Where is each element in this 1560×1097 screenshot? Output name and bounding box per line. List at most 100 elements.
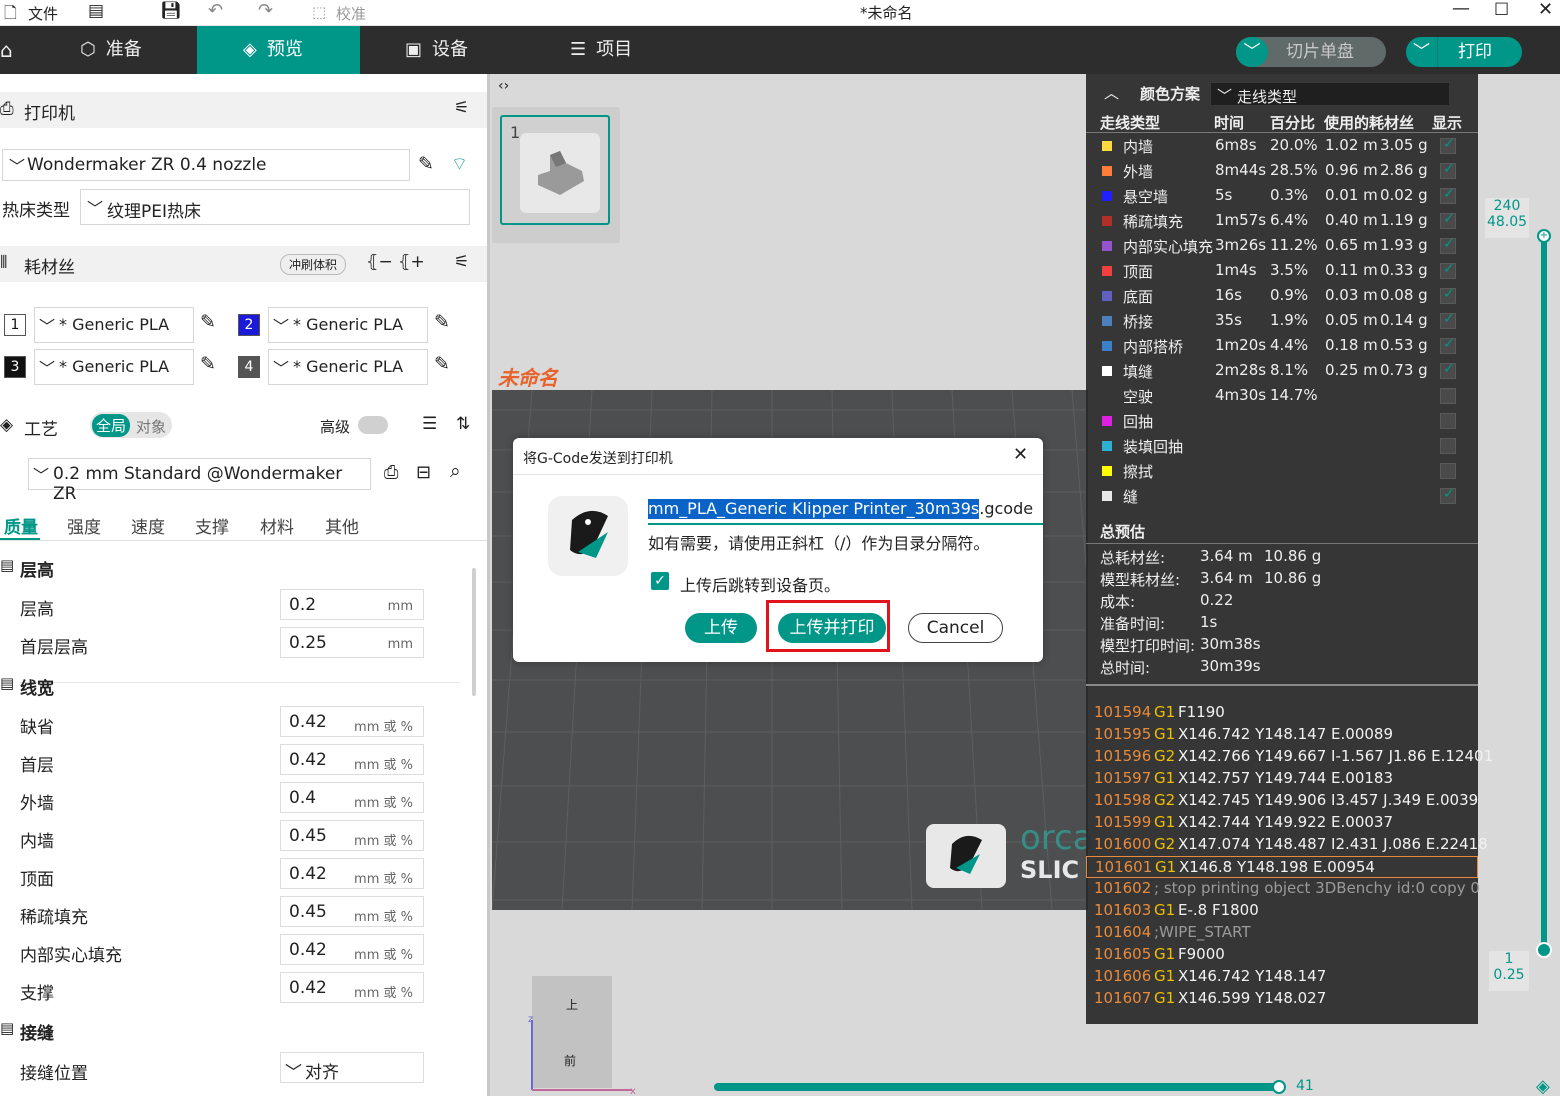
show-checkbox[interactable] [1440, 413, 1456, 429]
filament-color-swatch[interactable]: 4 [238, 356, 260, 378]
menu-icon[interactable]: ▤ [88, 1, 104, 21]
layer-vertical-slider[interactable] [1541, 236, 1547, 952]
bed-type-select[interactable]: ﹀ 纹理PEI热床 [80, 189, 470, 225]
tab-quality-4[interactable]: 材料 [260, 513, 294, 538]
show-checkbox[interactable] [1440, 361, 1456, 379]
color-scheme-select[interactable]: ﹀ 走线类型 [1210, 82, 1450, 106]
legend-row[interactable]: 擦拭 [1086, 459, 1478, 484]
compare-icon[interactable]: ⇅ [456, 414, 470, 434]
toggle-global[interactable]: 全局 [92, 414, 131, 437]
show-checkbox[interactable] [1440, 311, 1456, 329]
layer-top-thumb[interactable]: + [1537, 229, 1551, 243]
filament-color-swatch[interactable]: 2 [238, 314, 260, 336]
flush-volume-button[interactable]: 冲刷体积 [280, 254, 347, 275]
line-width-input[interactable]: 0.42 mm 或 % [280, 934, 424, 965]
line-width-input[interactable]: 0.42 mm 或 % [280, 706, 424, 737]
jump-to-device-checkbox[interactable]: ✓ [651, 572, 669, 590]
legend-row[interactable]: 外墙 8m44s 28.5% 0.96 m 2.86 g [1086, 159, 1478, 184]
line-width-input[interactable]: 0.45 mm 或 % [280, 896, 424, 927]
close-icon[interactable]: ✕ [1538, 0, 1553, 20]
redo-icon[interactable]: ↷ [258, 0, 273, 21]
list-icon[interactable]: ☰ [422, 414, 437, 434]
show-checkbox[interactable] [1440, 486, 1456, 504]
maximize-icon[interactable]: ☐ [1494, 0, 1509, 20]
line-width-input[interactable]: 0.4 mm 或 % [280, 782, 424, 813]
upload-and-print-button[interactable]: 上传并打印 [778, 613, 886, 643]
legend-row[interactable]: 装填回抽 [1086, 434, 1478, 459]
legend-row[interactable]: 空驶 4m30s 14.7% [1086, 384, 1478, 409]
save-preset-icon[interactable]: ⎙ [384, 462, 398, 483]
show-checkbox[interactable] [1440, 463, 1456, 479]
home-icon[interactable]: ⌂ [0, 26, 30, 74]
filament-select[interactable]: ﹀ * Generic PLA [268, 349, 428, 385]
slice-plate-button[interactable]: ﹀ 切片单盘 [1236, 37, 1386, 67]
add-filament-icon[interactable]: ⦃+ [398, 252, 425, 272]
tab-preview[interactable]: ◈ 预览 [197, 26, 360, 74]
upload-button[interactable]: 上传 [685, 613, 757, 643]
tab-device[interactable]: ▣ 设备 [405, 26, 515, 74]
filament-select[interactable]: ﹀ * Generic PLA [34, 307, 194, 343]
chevron-down-icon[interactable]: ﹀ [1236, 37, 1268, 67]
legend-row[interactable]: 回抽 [1086, 409, 1478, 434]
settings-sliders-icon[interactable]: ⚟ [454, 252, 469, 272]
plate-thumbnail[interactable]: 1 [500, 115, 610, 225]
legend-row[interactable]: 内部实心填充 3m26s 11.2% 0.65 m 1.93 g [1086, 234, 1478, 259]
horizontal-slider-thumb[interactable] [1272, 1080, 1286, 1094]
edit-icon[interactable]: ✎ [200, 353, 216, 375]
seam-position-select[interactable]: ﹀ 对齐 [280, 1052, 424, 1083]
legend-row[interactable]: 内墙 6m8s 20.0% 1.02 m 3.05 g [1086, 134, 1478, 159]
minimize-icon[interactable]: — [1452, 0, 1470, 19]
tab-quality-0[interactable]: 质量 [4, 513, 38, 538]
legend-row[interactable]: 顶面 1m4s 3.5% 0.11 m 0.33 g [1086, 259, 1478, 284]
show-checkbox[interactable] [1440, 186, 1456, 204]
filament-select[interactable]: ﹀ * Generic PLA [268, 307, 428, 343]
undo-icon[interactable]: ↶ [208, 0, 223, 21]
horizontal-move-slider[interactable] [714, 1083, 1282, 1091]
first-layer-height-input[interactable]: 0.25 mm [280, 627, 424, 658]
edit-icon[interactable]: ✎ [434, 353, 450, 375]
show-checkbox[interactable] [1440, 336, 1456, 354]
line-width-input[interactable]: 0.42 mm 或 % [280, 858, 424, 889]
layer-bottom-thumb[interactable] [1536, 942, 1552, 958]
tab-quality-5[interactable]: 其他 [325, 513, 359, 538]
dialog-close-icon[interactable]: ✕ [1013, 444, 1028, 465]
legend-row[interactable]: 桥接 35s 1.9% 0.05 m 0.14 g [1086, 309, 1478, 334]
chevron-down-icon[interactable]: ﹀ [1406, 37, 1438, 67]
advanced-switch[interactable] [358, 416, 388, 434]
layer-height-input[interactable]: 0.2 mm [280, 589, 424, 620]
legend-row[interactable]: 底面 16s 0.9% 0.03 m 0.08 g [1086, 284, 1478, 309]
process-preset-select[interactable]: ﹀ 0.2 mm Standard @Wondermaker ZR [28, 458, 371, 504]
tab-project[interactable]: ☰ 项目 [570, 26, 680, 74]
line-width-input[interactable]: 0.42 mm 或 % [280, 744, 424, 775]
file-icon[interactable]: 🗋 [4, 2, 17, 29]
scrollbar[interactable] [472, 568, 476, 696]
print-button[interactable]: ﹀ 打印 [1406, 37, 1522, 67]
calibrate-icon[interactable]: ⬚ [312, 3, 326, 21]
toggle-object[interactable]: 对象 [136, 416, 166, 437]
edit-icon[interactable]: ✎ [200, 311, 216, 333]
tab-prepare[interactable]: ⬡ 准备 [80, 26, 190, 74]
legend-row[interactable]: 缝 [1086, 484, 1478, 509]
legend-row[interactable]: 稀疏填充 1m57s 6.4% 0.40 m 1.19 g [1086, 209, 1478, 234]
show-checkbox[interactable] [1440, 236, 1456, 254]
show-checkbox[interactable] [1440, 438, 1456, 454]
legend-row[interactable]: 填缝 2m28s 8.1% 0.25 m 0.73 g [1086, 359, 1478, 384]
filament-color-swatch[interactable]: 1 [4, 314, 26, 336]
tab-quality-1[interactable]: 强度 [67, 513, 101, 538]
layers-toggle-icon[interactable]: ◈ [1536, 1076, 1550, 1097]
line-width-input[interactable]: 0.42 mm 或 % [280, 972, 424, 1003]
filament-color-swatch[interactable]: 3 [4, 356, 26, 378]
show-checkbox[interactable] [1440, 161, 1456, 179]
show-checkbox[interactable] [1440, 261, 1456, 279]
show-checkbox[interactable] [1440, 136, 1456, 154]
show-checkbox[interactable] [1440, 286, 1456, 304]
search-icon[interactable]: ⌕ [450, 460, 461, 482]
edit-icon[interactable]: ✎ [418, 153, 434, 175]
show-checkbox[interactable] [1440, 388, 1456, 404]
filename-input[interactable]: mm_PLA_Generic Klipper Printer_30m39s.gc… [648, 499, 1043, 525]
remove-filament-icon[interactable]: ⦃− [366, 252, 393, 272]
file-menu[interactable]: 文件 [28, 3, 58, 24]
tab-quality-3[interactable]: 支撑 [195, 513, 229, 538]
printer-select[interactable]: ﹀ Wondermaker ZR 0.4 nozzle [2, 149, 410, 181]
legend-row[interactable]: 悬空墙 5s 0.3% 0.01 m 0.02 g [1086, 184, 1478, 209]
